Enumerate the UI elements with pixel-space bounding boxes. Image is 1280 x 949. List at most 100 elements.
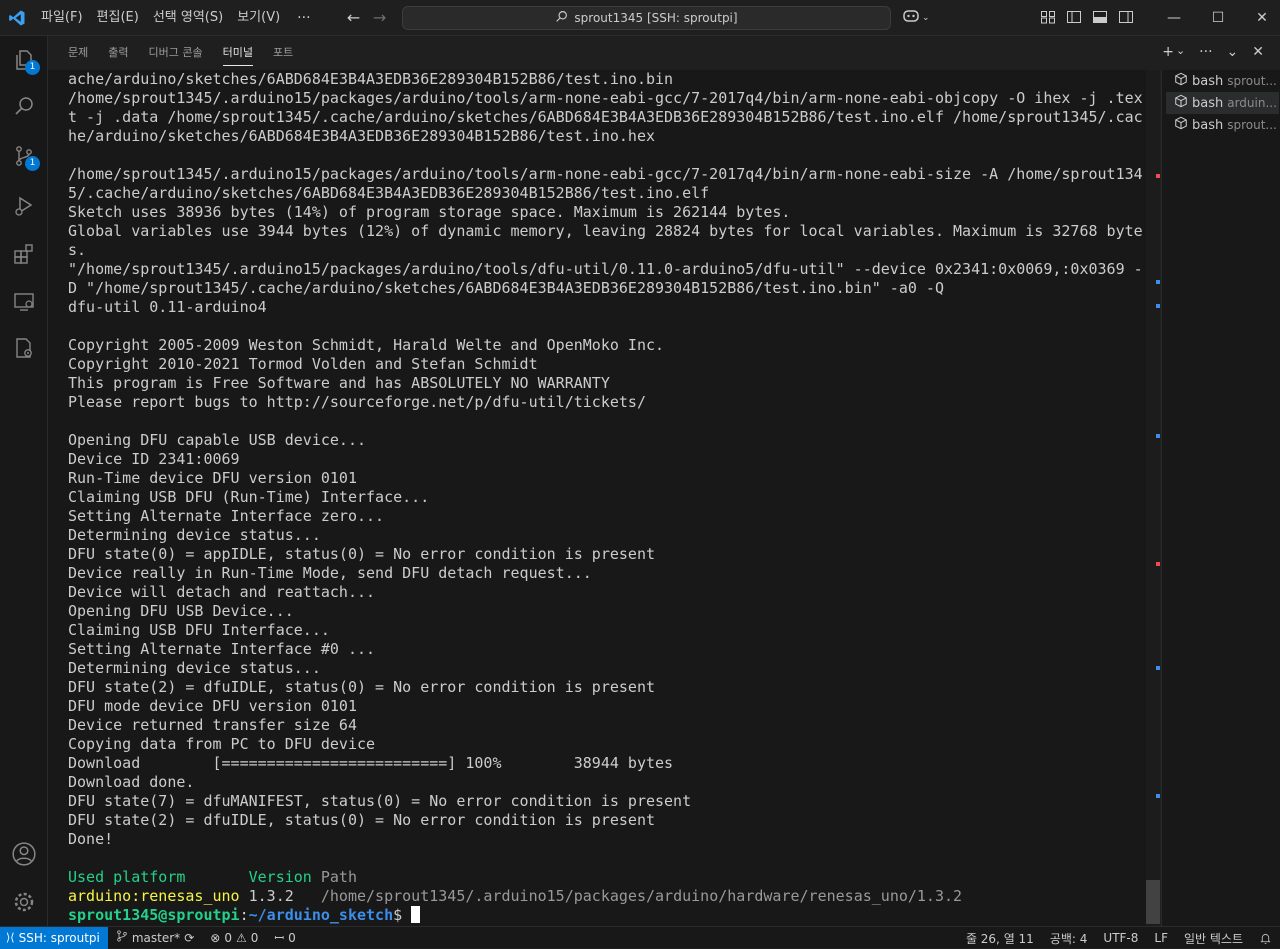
- scm-badge: 1: [25, 156, 40, 171]
- extensions-icon[interactable]: [0, 230, 48, 278]
- scroll-marker: [1156, 666, 1160, 670]
- terminal-line: dfu-util 0.11-arduino4: [68, 298, 267, 316]
- terminal-tab-2[interactable]: bash arduin...: [1166, 92, 1279, 114]
- remote-indicator[interactable]: ⟩⟨ SSH: sproutpi: [0, 926, 108, 949]
- back-arrow-icon[interactable]: ←: [341, 8, 367, 27]
- tab-ports[interactable]: 포트: [263, 36, 303, 70]
- terminal-line: Download done.: [68, 773, 195, 791]
- remote-explorer-icon[interactable]: [0, 278, 48, 326]
- terminal-line: Run-Time device DFU version 0101: [68, 469, 357, 487]
- terminal-tab-1[interactable]: bash sprout...: [1166, 70, 1279, 92]
- terminal-output[interactable]: ache/arduino/sketches/6ABD684E3B4A3EDB36…: [48, 70, 1146, 926]
- radio-tower-icon: ꟷ: [274, 931, 285, 945]
- platform-row: arduino:renesas_uno 1.3.2 /home/sprout13…: [68, 887, 1146, 906]
- explorer-icon[interactable]: 1: [0, 36, 48, 84]
- ports-indicator[interactable]: ꟷ 0: [266, 929, 303, 946]
- platform-header-col2: Version: [248, 868, 312, 886]
- forward-arrow-icon[interactable]: →: [367, 8, 393, 27]
- line-ending[interactable]: LF: [1146, 931, 1176, 945]
- chevron-down-icon: ⌄: [922, 13, 930, 23]
- branch-label: master*: [131, 930, 181, 945]
- terminal-line: DFU state(2) = dfuIDLE, status(0) = No e…: [68, 811, 655, 829]
- terminal-tab-sub: arduin...: [1227, 96, 1277, 110]
- scroll-marker: [1156, 304, 1160, 308]
- terminal-line: DFU state(7) = dfuMANIFEST, status(0) = …: [68, 792, 692, 810]
- terminal-line: DFU state(2) = dfuIDLE, status(0) = No e…: [68, 678, 655, 696]
- prompt-line[interactable]: sprout1345@sproutpi:~/arduino_sketch$: [68, 906, 1146, 925]
- platform-path: /home/sprout1345/.arduino15/packages/ard…: [320, 887, 963, 905]
- error-count: 0: [224, 930, 232, 945]
- terminal-line: Global variables use 3944 bytes (12%) of…: [68, 222, 1143, 240]
- terminal-line: Device returned transfer size 64: [68, 716, 357, 734]
- scroll-marker: [1156, 434, 1160, 438]
- terminal-tab-name: bash: [1192, 73, 1224, 89]
- menu-more[interactable]: ···: [287, 0, 320, 36]
- terminal-line: Device really in Run-Time Mode, send DFU…: [68, 564, 592, 582]
- cursor-position[interactable]: 줄 26, 열 11: [958, 930, 1042, 947]
- tab-debug-console[interactable]: 디버그 콘솔: [139, 36, 213, 70]
- encoding[interactable]: UTF-8: [1095, 931, 1146, 945]
- toggle-panel-icon[interactable]: [1092, 9, 1108, 29]
- minimize-button[interactable]: —: [1152, 0, 1196, 36]
- run-debug-icon[interactable]: [0, 182, 48, 230]
- menu-view[interactable]: 보기(V): [230, 0, 287, 36]
- terminal-scrollbar-thumb[interactable]: [1146, 880, 1160, 924]
- docker-config-icon[interactable]: [0, 324, 48, 372]
- tab-output[interactable]: 출력: [98, 36, 138, 70]
- terminal-line: Done!: [68, 830, 114, 848]
- scroll-marker: [1156, 280, 1160, 284]
- terminal-line: Determining device status...: [68, 659, 321, 677]
- terminal-line: Setting Alternate Interface #0 ...: [68, 640, 376, 658]
- problems-indicator[interactable]: ⊗ 0 ⚠ 0: [202, 931, 266, 945]
- indentation[interactable]: 공백: 4: [1042, 930, 1096, 947]
- search-view-icon[interactable]: [0, 82, 48, 130]
- menu-edit[interactable]: 편집(E): [90, 0, 146, 36]
- terminal-line: ache/arduino/sketches/6ABD684E3B4A3EDB36…: [68, 70, 674, 88]
- tab-terminal[interactable]: 터미널: [213, 36, 263, 70]
- source-control-icon[interactable]: 1: [0, 132, 48, 180]
- terminal-dropdown-chevron-icon[interactable]: ⌄: [1176, 44, 1185, 60]
- prompt-user-host: sprout1345@sproutpi: [68, 906, 240, 924]
- notifications-bell-icon[interactable]: [1251, 932, 1280, 945]
- git-branch-icon: [116, 930, 128, 945]
- vscode-logo-icon: [0, 0, 34, 36]
- menu-selection[interactable]: 선택 영역(S): [146, 0, 230, 36]
- terminal-cursor: [411, 906, 421, 923]
- close-button[interactable]: ✕: [1240, 0, 1280, 36]
- tab-problems[interactable]: 문제: [58, 36, 98, 70]
- prompt-symbol: $: [393, 906, 403, 924]
- maximize-button[interactable]: ☐: [1196, 0, 1240, 36]
- toggle-primary-sidebar-icon[interactable]: [1066, 9, 1082, 29]
- branch-indicator[interactable]: master* ⟳: [108, 930, 202, 945]
- close-panel-icon[interactable]: ✕: [1252, 44, 1264, 60]
- prompt-separator: :: [239, 906, 249, 924]
- account-icon[interactable]: [0, 830, 48, 878]
- more-actions-icon[interactable]: ···: [1199, 44, 1212, 60]
- scroll-marker: [1156, 562, 1160, 566]
- command-center[interactable]: sprout1345 [SSH: sproutpi]: [402, 6, 891, 30]
- terminal-line: Device will detach and reattach...: [68, 583, 376, 601]
- title-bar: 파일(F) 편집(E) 선택 영역(S) 보기(V) ··· ← → sprou…: [0, 0, 1280, 36]
- panel-tab-bar: 문제 출력 디버그 콘솔 터미널 포트 + ⌄ ··· ⌄ ✕: [48, 36, 1280, 70]
- terminal-tab-sub: sprout...: [1227, 74, 1277, 88]
- settings-gear-icon[interactable]: [0, 878, 48, 926]
- new-terminal-plus-icon[interactable]: +: [1162, 44, 1174, 60]
- warning-count: 0: [250, 930, 259, 945]
- language-mode[interactable]: 일반 텍스트: [1176, 930, 1251, 947]
- terminal-icon: [1174, 94, 1188, 112]
- collapse-chevron-icon[interactable]: ⌄: [1227, 44, 1239, 60]
- toggle-secondary-sidebar-icon[interactable]: [1118, 9, 1134, 29]
- terminal-line: 5/.cache/arduino/sketches/6ABD684E3B4A3E…: [68, 184, 710, 202]
- terminal-icon: [1174, 116, 1188, 134]
- terminal-tab-3[interactable]: bash sprout...: [1166, 114, 1279, 136]
- copilot-button[interactable]: ⌄: [902, 8, 930, 28]
- menu-file[interactable]: 파일(F): [34, 0, 90, 36]
- terminal-icon: [1174, 72, 1188, 90]
- terminal-line: D "/home/sprout1345/.cache/arduino/sketc…: [68, 279, 944, 297]
- prompt-path: ~/arduino_sketch: [248, 906, 394, 924]
- terminal-line: /home/sprout1345/.arduino15/packages/ard…: [68, 89, 1143, 107]
- activity-bar: 1 1: [0, 36, 48, 926]
- terminal-line: DFU state(0) = appIDLE, status(0) = No e…: [68, 545, 655, 563]
- customize-layout-icon[interactable]: [1040, 9, 1056, 29]
